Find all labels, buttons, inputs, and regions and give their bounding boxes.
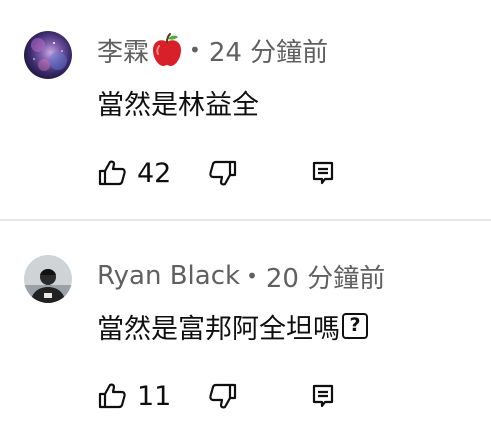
comment-item: Ryan Black • 20 分鐘前 當然是富邦阿全坦嗎 ? 11 (0, 221, 491, 438)
reply-comment-icon (312, 384, 334, 408)
comment-text-content: 當然是富邦阿全坦嗎 (97, 313, 340, 345)
like-count: 42 (137, 157, 172, 189)
thumbs-down-icon (209, 383, 237, 409)
thumbs-down-icon (209, 160, 237, 186)
comment-header: 李霖 • 24 分鐘前 (97, 30, 328, 70)
reply-button[interactable] (311, 153, 335, 193)
apple-emoji-icon (151, 33, 183, 67)
separator-dot: • (189, 38, 201, 62)
comment-header: Ryan Black • 20 分鐘前 (97, 256, 385, 296)
like-button[interactable]: 11 (97, 376, 171, 416)
author-name[interactable]: Ryan Black (97, 261, 240, 291)
thumbs-up-icon (98, 383, 126, 409)
like-button[interactable]: 42 (97, 153, 171, 193)
comment-actions: 42 (97, 153, 397, 193)
dislike-button[interactable] (208, 376, 238, 416)
avatar[interactable] (24, 255, 72, 303)
avatar-image (24, 31, 72, 79)
comment-text: 當然是林益全 (97, 82, 259, 122)
separator-dot: • (246, 264, 258, 288)
comment-actions: 11 (97, 376, 397, 416)
dislike-button[interactable] (208, 153, 238, 193)
like-count: 11 (137, 380, 172, 412)
reply-comment-icon (312, 161, 334, 185)
comment-text: 當然是富邦阿全坦嗎 ? (97, 306, 368, 346)
avatar-image (24, 255, 72, 303)
thumbs-up-icon (98, 160, 126, 186)
comment-time[interactable]: 20 分鐘前 (266, 258, 385, 295)
comment-time[interactable]: 24 分鐘前 (209, 32, 328, 69)
author-name[interactable]: 李霖 (97, 32, 149, 69)
comment-text-content: 當然是林益全 (97, 89, 259, 121)
reply-button[interactable] (311, 376, 335, 416)
comment-item: 李霖 • 24 分鐘前 當然是林益全 42 (0, 0, 491, 219)
question-mark-icon: ? (342, 313, 368, 339)
avatar[interactable] (24, 31, 72, 79)
